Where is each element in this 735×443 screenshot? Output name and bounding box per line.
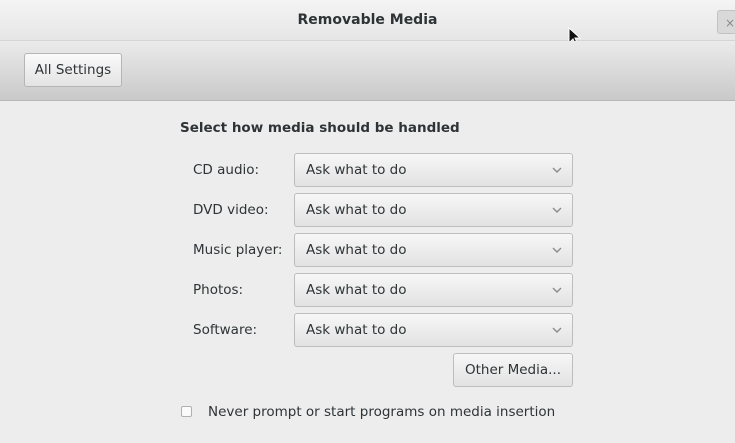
close-icon[interactable]: ×	[717, 10, 735, 34]
software-value: Ask what to do	[306, 322, 407, 338]
cd-audio-label: CD audio:	[193, 162, 260, 178]
chevron-down-icon	[552, 327, 562, 333]
music-player-value: Ask what to do	[306, 242, 407, 258]
title-bar[interactable]: Removable Media ×	[0, 0, 735, 47]
chevron-down-icon	[552, 247, 562, 253]
section-heading: Select how media should be handled	[180, 120, 460, 136]
never-prompt-checkbox[interactable]	[181, 406, 192, 417]
dvd-video-value: Ask what to do	[306, 202, 407, 218]
removable-media-window: Removable Media × All Settings Select ho…	[0, 0, 735, 443]
cd-audio-value: Ask what to do	[306, 162, 407, 178]
never-prompt-label[interactable]: Never prompt or start programs on media …	[208, 403, 555, 421]
media-settings-panel: Select how media should be handled CD au…	[0, 101, 735, 443]
other-media-button[interactable]: Other Media...	[453, 353, 573, 387]
chevron-down-icon	[552, 287, 562, 293]
photos-label: Photos:	[193, 282, 244, 298]
software-label: Software:	[193, 322, 258, 338]
music-player-label: Music player:	[193, 242, 283, 258]
all-settings-button[interactable]: All Settings	[24, 53, 122, 87]
chevron-down-icon	[552, 207, 562, 213]
software-select[interactable]: Ask what to do	[294, 313, 573, 347]
photos-value: Ask what to do	[306, 282, 407, 298]
toolbar: All Settings	[0, 41, 735, 101]
cd-audio-select[interactable]: Ask what to do	[294, 153, 573, 187]
photos-select[interactable]: Ask what to do	[294, 273, 573, 307]
chevron-down-icon	[552, 167, 562, 173]
dvd-video-select[interactable]: Ask what to do	[294, 193, 573, 227]
music-player-select[interactable]: Ask what to do	[294, 233, 573, 267]
dvd-video-label: DVD video:	[193, 202, 269, 218]
window-title: Removable Media	[297, 12, 438, 28]
